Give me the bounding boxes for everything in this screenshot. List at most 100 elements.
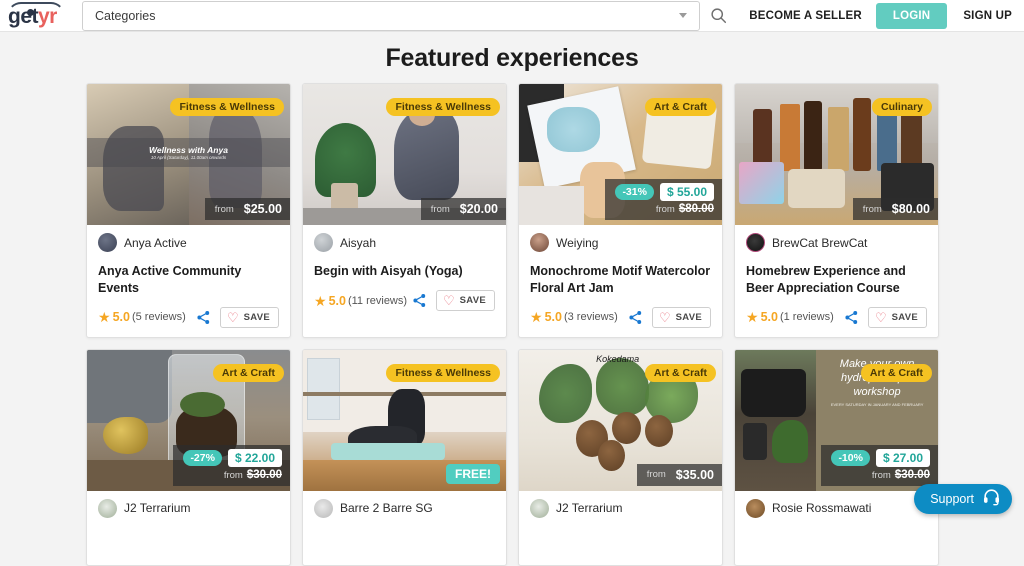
experience-card[interactable]: Culinary from $80.00 BrewCat BrewCat Hom… [734,83,939,338]
card-thumbnail[interactable]: Art & Craft -31% $ 55.00 from $80.00 [519,84,722,225]
review-count: (1 reviews) [779,311,834,324]
thumbnail-overlay-text: Kokedama [596,353,640,364]
thumbnail-overlay-text: Wellness with Anya 10 April (Saturday), … [149,144,228,160]
save-button[interactable]: ♡ SAVE [219,306,279,328]
vendor-name: Barre 2 Barre SG [340,501,433,516]
experience-grid: Wellness with Anya 10 April (Saturday), … [86,83,939,566]
categories-label: Categories [95,8,156,23]
signup-link[interactable]: SIGN UP [947,10,1024,22]
price-from-label: from [655,204,675,215]
site-logo[interactable]: getyr [0,0,80,32]
card-thumbnail[interactable]: Fitness & Wellness from $20.00 [303,84,506,225]
category-badge: Fitness & Wellness [170,98,284,116]
category-badge: Art & Craft [644,363,716,382]
old-price: $30.00 [894,468,930,481]
support-button[interactable]: Support [914,484,1012,514]
price-overlay: from $80.00 [852,198,938,220]
share-icon[interactable] [628,310,643,325]
rating-group: ★ 5.0 (3 reviews) [530,310,624,324]
price-overlay: from $35.00 [636,463,722,486]
heart-icon: ♡ [658,309,671,325]
save-button[interactable]: ♡ SAVE [435,290,495,311]
top-header: getyr Categories BECOME A SELLER LOGIN S… [0,0,1024,32]
share-icon[interactable] [412,293,427,308]
card-thumbnail[interactable]: Kokedama Art & Craft from $35.00 [519,349,722,491]
price-from-label: from [223,469,243,481]
experience-card[interactable]: Make your own hydroponic pot workshop EV… [734,348,939,566]
card-title[interactable] [530,529,711,546]
rating-score: 5.0 [760,310,778,325]
login-button[interactable]: LOGIN [875,2,948,29]
review-count: (11 reviews) [347,294,408,307]
card-thumbnail[interactable]: Culinary from $80.00 [735,84,938,225]
card-title[interactable]: Monochrome Motif Watercolor Floral Art J… [530,263,711,297]
old-price: $80.00 [678,203,714,215]
vendor-name: Aisyah [340,235,377,250]
heart-icon: ♡ [226,309,239,325]
page-title: Featured experiences [385,44,639,72]
price-value: $80.00 [891,202,930,216]
support-label: Support [930,492,974,506]
review-count: (3 reviews) [563,311,618,324]
price-from-label: from [214,203,234,215]
search-icon[interactable] [701,7,735,24]
card-title[interactable]: Begin with Aisyah (Yoga) [314,263,495,280]
price-overlay: -27% $ 22.00 from $30.00 [173,444,290,486]
vendor-row[interactable]: J2 Terrarium [98,498,279,518]
avatar [530,498,549,518]
save-label: SAVE [891,311,918,323]
free-badge: FREE! [446,463,500,484]
card-thumbnail[interactable]: Wellness with Anya 10 April (Saturday), … [87,84,290,225]
price-value: $35.00 [675,467,714,482]
card-thumbnail[interactable]: Make your own hydroponic pot workshop EV… [735,349,938,491]
save-button[interactable]: ♡ SAVE [651,306,711,328]
card-title[interactable]: Homebrew Experience and Beer Appreciatio… [746,263,927,297]
experience-card[interactable]: Fitness & Wellness FREE! Barre 2 Barre S… [302,348,507,566]
vendor-row[interactable]: Rosie Rossmawati [746,498,927,518]
price-from-label: from [871,469,891,481]
rating-score: 5.0 [328,293,346,308]
experience-card[interactable]: Fitness & Wellness from $20.00 Aisyah Be… [302,83,507,338]
save-label: SAVE [675,311,702,323]
save-label: SAVE [459,295,486,306]
rating-score: 5.0 [544,310,562,325]
avatar [530,233,549,252]
rating-score: 5.0 [112,310,130,325]
vendor-row[interactable]: J2 Terrarium [530,498,711,518]
vendor-name: Weiying [556,235,599,250]
vendor-name: J2 Terrarium [556,501,623,516]
rating-group: ★ 5.0 (11 reviews) [314,294,408,308]
vendor-row[interactable]: Aisyah [314,233,495,252]
experience-card[interactable]: Wellness with Anya 10 April (Saturday), … [86,83,291,338]
categories-dropdown[interactable]: Categories [82,0,700,31]
star-icon: ★ [746,309,759,326]
price-from-label: from [430,203,450,215]
experience-card[interactable]: Art & Craft -27% $ 22.00 from $30.00 J2 … [86,348,291,566]
share-icon[interactable] [196,310,211,325]
category-badge: Art & Craft [644,98,716,116]
experience-card[interactable]: Kokedama Art & Craft from $35.00 J2 Terr… [518,348,723,566]
vendor-row[interactable]: Weiying [530,233,711,252]
category-badge: Art & Craft [860,363,932,382]
price-value: $ 22.00 [227,448,282,467]
vendor-row[interactable]: Barre 2 Barre SG [314,498,495,518]
card-title[interactable]: Anya Active Community Events [98,263,279,297]
card-title[interactable] [314,529,495,546]
avatar [314,498,333,518]
card-title[interactable] [746,529,927,546]
experience-card[interactable]: Art & Craft -31% $ 55.00 from $80.00 Wei… [518,83,723,338]
category-badge: Fitness & Wellness [386,363,500,382]
price-overlay: -31% $ 55.00 from $80.00 [605,179,722,220]
become-a-seller-link[interactable]: BECOME A SELLER [735,10,876,22]
avatar [746,233,765,252]
card-thumbnail[interactable]: Fitness & Wellness FREE! [303,349,506,491]
card-thumbnail[interactable]: Art & Craft -27% $ 22.00 from $30.00 [87,349,290,491]
heart-icon: ♡ [874,309,887,325]
discount-badge: -27% [183,449,222,466]
save-button[interactable]: ♡ SAVE [867,306,927,328]
vendor-row[interactable]: BrewCat BrewCat [746,233,927,252]
discount-badge: -31% [615,184,654,200]
card-title[interactable] [98,529,279,546]
vendor-row[interactable]: Anya Active [98,233,279,252]
share-icon[interactable] [844,310,859,325]
